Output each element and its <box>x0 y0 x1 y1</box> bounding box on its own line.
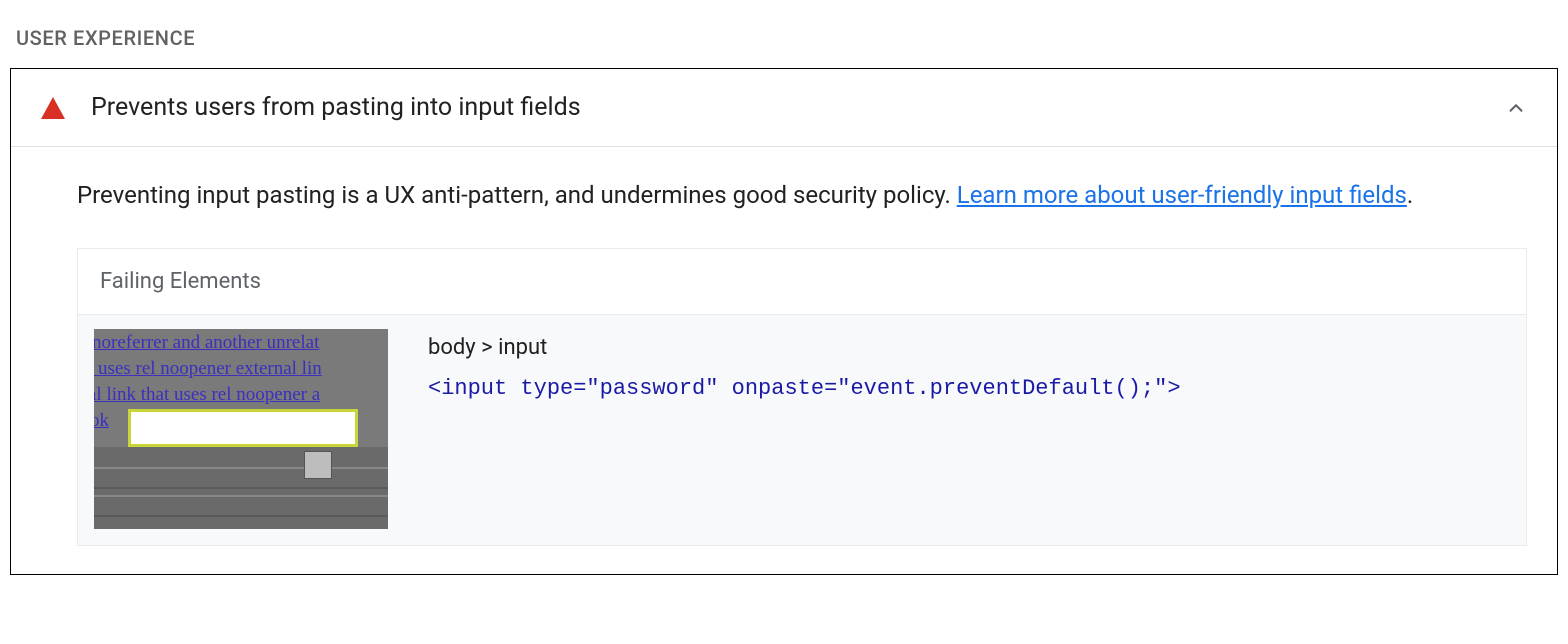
audit-body: Preventing input pasting is a UX anti-pa… <box>11 147 1557 574</box>
failing-elements-body: noreferrer and another unrelat t uses re… <box>78 315 1526 545</box>
thumbnail-highlighted-input <box>128 409 358 447</box>
audit-title: Prevents users from pasting into input f… <box>91 93 1505 122</box>
thumbnail-text: noreferrer and another unrelat <box>94 331 319 356</box>
thumbnail-broken-image-icon <box>304 451 332 479</box>
audit-card: Prevents users from pasting into input f… <box>10 68 1558 575</box>
section-label: USER EXPERIENCE <box>16 26 1558 50</box>
thumbnail-text: ok <box>94 409 109 434</box>
chevron-up-icon[interactable] <box>1505 97 1527 119</box>
element-thumbnail: noreferrer and another unrelat t uses re… <box>94 329 388 529</box>
audit-description: Preventing input pasting is a UX anti-pa… <box>77 175 1527 216</box>
element-code-snippet: <input type="password" onpaste="event.pr… <box>428 372 1510 405</box>
thumbnail-text: t uses rel noopener external lin <box>94 357 322 382</box>
element-selector-path: body > input <box>428 335 1510 360</box>
failing-element-info: body > input <input type="password" onpa… <box>428 329 1510 405</box>
failing-elements-box: Failing Elements noreferrer and another … <box>77 248 1527 546</box>
warning-triangle-icon <box>41 97 65 119</box>
failing-elements-header: Failing Elements <box>78 249 1526 315</box>
thumbnail-text: al link that uses rel noopener a <box>94 383 320 408</box>
audit-description-text: Preventing input pasting is a UX anti-pa… <box>77 181 957 209</box>
period: . <box>1407 181 1413 209</box>
thumbnail-footer <box>94 447 388 529</box>
audit-header[interactable]: Prevents users from pasting into input f… <box>11 69 1557 147</box>
learn-more-link[interactable]: Learn more about user-friendly input fie… <box>957 181 1407 209</box>
